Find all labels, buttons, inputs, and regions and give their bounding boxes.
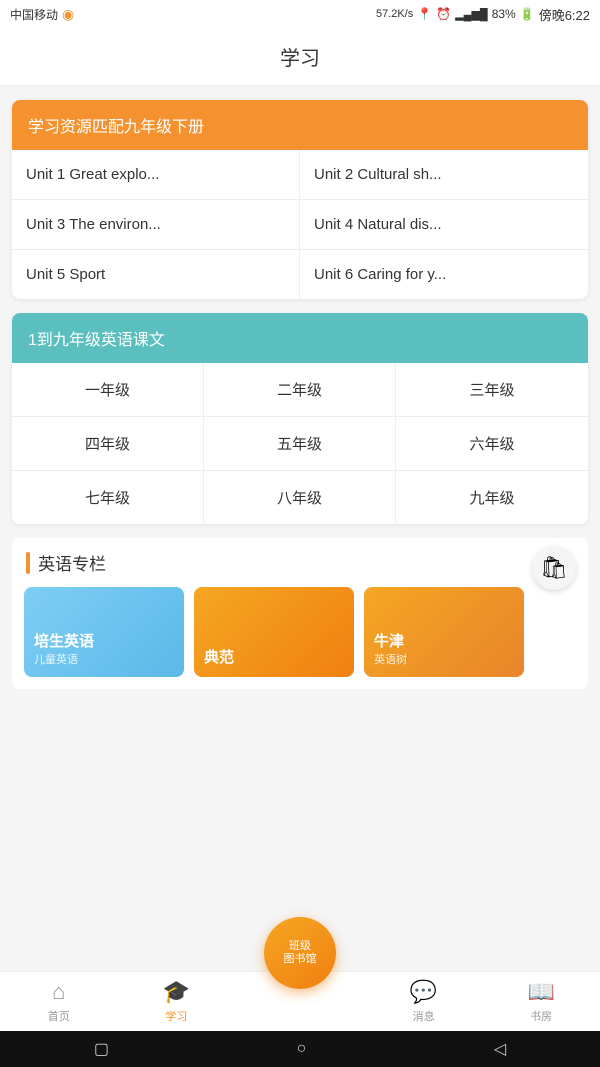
grade-cell-9[interactable]: 九年级 [396,471,588,524]
grades-section-title: 1到九年级英语课文 [28,332,165,349]
english-section-title: 英语专栏 [38,550,106,575]
status-bar: 中国移动 ◉ 57.2K/s 📍 ⏰ ▂▄▆█ 83% 🔋 傍晚6:22 [0,0,600,28]
unit-cell-5[interactable]: Unit 5 Sport [12,250,300,299]
carrier-label: 中国移动 [10,6,58,23]
android-circle-btn[interactable]: ○ [297,1040,307,1058]
message-label: 消息 [413,1008,435,1024]
time-label: 傍晚6:22 [539,5,590,24]
page-title: 学习 [280,48,320,70]
grade-cell-7[interactable]: 七年级 [12,471,204,524]
nav-item-home[interactable]: ⌂ 首页 [29,979,89,1024]
english-card-model[interactable]: 典范 [194,587,354,677]
oxford-label: 牛津 [374,633,514,651]
units-section-title: 学习资源匹配九年级下册 [28,119,204,136]
study-label: 学习 [165,1008,187,1024]
battery-icon: 🔋 [520,7,535,21]
units-section-header: 学习资源匹配九年级下册 [12,100,588,150]
pearson-label: 培生英语 [34,633,174,651]
pearson-sublabel: 儿童英语 [34,651,174,667]
android-bar: ▢ ○ ◁ [0,1031,600,1067]
nav-item-study[interactable]: 🎓 学习 [146,979,206,1024]
main-content: 学习资源匹配九年级下册 Unit 1 Great explo... Unit 2… [0,86,600,703]
units-section-card: 学习资源匹配九年级下册 Unit 1 Great explo... Unit 2… [12,100,588,299]
status-right: 57.2K/s 📍 ⏰ ▂▄▆█ 83% 🔋 傍晚6:22 [376,5,590,24]
fab-label-2: 图书馆 [284,953,317,966]
android-square-btn[interactable]: ▢ [94,1039,109,1059]
home-label: 首页 [48,1008,70,1024]
fab-container: 班级 图书馆 [264,917,336,989]
grade-cell-1[interactable]: 一年级 [12,363,204,417]
unit-cell-2[interactable]: Unit 2 Cultural sh... [300,150,588,200]
study-icon: 🎓 [163,979,190,1005]
battery-label: 83% [492,7,516,21]
status-left: 中国移动 ◉ [10,6,74,23]
grade-cell-5[interactable]: 五年级 [204,417,396,471]
nav-item-message[interactable]: 💬 消息 [394,979,454,1024]
unit-cell-6[interactable]: Unit 6 Caring for y... [300,250,588,299]
units-grid: Unit 1 Great explo... Unit 2 Cultural sh… [12,150,588,299]
oxford-sublabel: 英语树 [374,651,514,667]
grade-cell-2[interactable]: 二年级 [204,363,396,417]
english-card-oxford[interactable]: 牛津 英语树 [364,587,524,677]
unit-cell-1[interactable]: Unit 1 Great explo... [12,150,300,200]
english-badge-float: 🛍 [532,546,576,590]
fab-label-1: 班级 [289,940,311,953]
home-icon: ⌂ [52,979,65,1005]
english-section-header: 英语专栏 🛍 [12,538,588,587]
nav-item-bookroom[interactable]: 📖 书房 [511,979,571,1024]
location-icon: 📍 [417,7,432,21]
bookroom-icon: 📖 [527,979,554,1005]
signal-bars-icon: ▂▄▆█ [455,8,488,21]
page-header: 学习 [0,28,600,86]
model-label: 典范 [204,649,344,667]
grade-cell-8[interactable]: 八年级 [204,471,396,524]
grade-cell-3[interactable]: 三年级 [396,363,588,417]
message-icon: 💬 [410,979,437,1005]
fab-button[interactable]: 班级 图书馆 [264,917,336,989]
english-cards-row: 培生英语 儿童英语 典范 牛津 英语树 [12,587,588,677]
android-back-btn[interactable]: ◁ [494,1039,506,1059]
grade-cell-4[interactable]: 四年级 [12,417,204,471]
grades-grid: 一年级 二年级 三年级 四年级 五年级 六年级 七年级 八年级 九年级 [12,363,588,524]
alarm-icon: ⏰ [436,7,451,21]
english-card-pearson[interactable]: 培生英语 儿童英语 [24,587,184,677]
grade-cell-6[interactable]: 六年级 [396,417,588,471]
bookroom-label: 书房 [530,1008,552,1024]
grades-section-card: 1到九年级英语课文 一年级 二年级 三年级 四年级 五年级 六年级 七年级 八年… [12,313,588,524]
signal-icon: ◉ [62,6,74,23]
bag-icon: 🛍 [540,555,568,581]
network-speed: 57.2K/s [376,8,413,20]
grades-section-header: 1到九年级英语课文 [12,313,588,363]
unit-cell-3[interactable]: Unit 3 The environ... [12,200,300,250]
english-accent-bar [26,552,30,574]
english-section: 英语专栏 🛍 培生英语 儿童英语 典范 牛津 英语树 [12,538,588,689]
unit-cell-4[interactable]: Unit 4 Natural dis... [300,200,588,250]
